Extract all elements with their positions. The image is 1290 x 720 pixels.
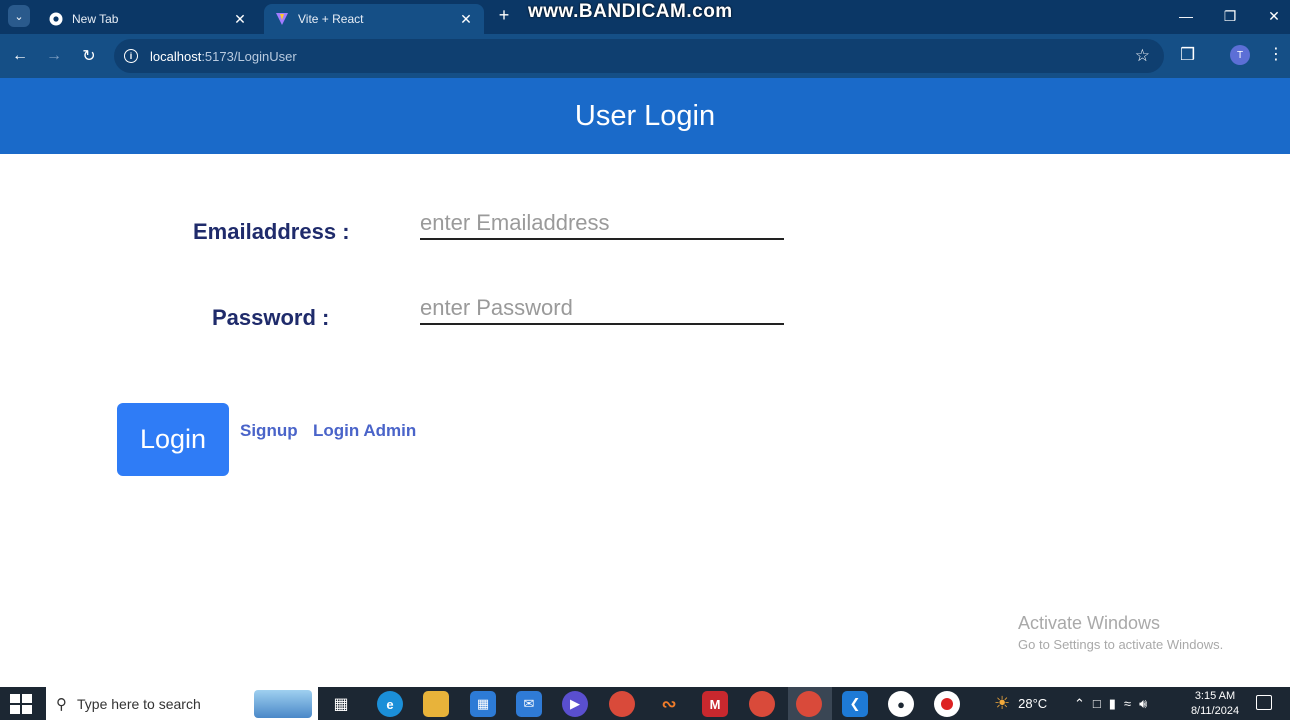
task-view-icon[interactable]: ▦ <box>328 691 354 717</box>
reload-icon[interactable]: ↻ <box>77 44 101 68</box>
vscode-icon[interactable]: ❮ <box>842 691 868 717</box>
url-host: localhost <box>150 48 202 64</box>
site-info-icon[interactable]: i <box>124 49 138 63</box>
forward-arrow-icon[interactable]: → <box>42 44 66 68</box>
media-player-icon[interactable]: ▶ <box>562 691 588 717</box>
battery-icon[interactable]: ▮ <box>1109 696 1116 712</box>
password-label: Password : <box>212 305 330 330</box>
signup-link[interactable]: Signup <box>240 421 298 441</box>
url-path: :5173/LoginUser <box>201 48 297 64</box>
windows-taskbar: ⚲ Type here to search ▦ e ▦ ✉ ▶ ∾ M ❮ ● … <box>0 687 1290 720</box>
recorder-icon[interactable] <box>934 691 960 717</box>
back-arrow-icon[interactable]: ← <box>8 44 32 68</box>
vite-icon <box>274 11 290 27</box>
new-tab-plus-icon[interactable]: + <box>494 5 514 25</box>
email-label: Emailaddress : <box>193 219 350 244</box>
microsoft-store-icon[interactable]: ▦ <box>470 691 496 717</box>
weather-sun-icon: ☀ <box>994 693 1011 713</box>
restore-icon[interactable]: ❐ <box>1208 4 1252 28</box>
edge-icon[interactable]: e <box>377 691 403 717</box>
tab-new-tab[interactable]: New Tab ✕ <box>38 4 258 34</box>
tab-title: New Tab <box>72 12 119 26</box>
close-icon[interactable]: ✕ <box>458 11 474 28</box>
taskbar-search-placeholder: Type here to search <box>77 695 201 712</box>
chrome-profile-icon[interactable] <box>749 691 775 717</box>
tab-title: Vite + React <box>298 12 364 26</box>
page-header: User Login <box>0 78 1290 154</box>
login-admin-link[interactable]: Login Admin <box>313 421 416 441</box>
chrome-icon <box>48 11 64 27</box>
taskbar-clock[interactable]: 3:15 AM 8/11/2024 <box>1188 689 1242 719</box>
jupyter-icon[interactable]: ∾ <box>656 691 682 717</box>
search-icon: ⚲ <box>56 695 67 713</box>
notification-center-icon[interactable] <box>1256 695 1272 710</box>
volume-icon[interactable]: 🔊︎ <box>1139 696 1147 712</box>
meet-now-icon[interactable]: □ <box>1093 696 1101 711</box>
browser-tabstrip: ⌄ New Tab ✕ Vite + React ✕ + www.BANDICA… <box>0 0 1290 34</box>
activate-windows-title: Activate Windows <box>1018 613 1161 633</box>
show-hidden-icons-chevron-icon[interactable]: ⌃ <box>1074 696 1085 712</box>
extensions-puzzle-icon[interactable]: ❒ <box>1180 45 1195 65</box>
tab-vite-react[interactable]: Vite + React ✕ <box>264 4 484 34</box>
wifi-icon[interactable]: ≈ <box>1124 696 1131 711</box>
mongodb-compass-icon[interactable]: ● <box>888 691 914 717</box>
search-highlight-image <box>254 690 312 718</box>
recorder-watermark: www.BANDICAM.com <box>528 1 733 22</box>
page-title: User Login <box>574 99 716 132</box>
more-menu-icon[interactable]: ⋮ <box>1268 44 1284 64</box>
login-button[interactable]: Login <box>117 403 229 476</box>
clock-time: 3:15 AM <box>1194 690 1236 702</box>
profile-avatar[interactable]: T <box>1230 45 1250 65</box>
bookmark-star-icon[interactable]: ☆ <box>1135 46 1150 66</box>
weather-widget[interactable]: ☀ 28°C <box>994 687 1047 720</box>
email-input[interactable] <box>420 208 784 240</box>
mail-icon[interactable]: ✉ <box>516 691 542 717</box>
mcafee-icon[interactable]: M <box>702 691 728 717</box>
address-bar[interactable]: i localhost :5173/LoginUser ☆ <box>114 39 1164 73</box>
window-close-icon[interactable]: ✕ <box>1252 4 1290 28</box>
temperature-text: 28°C <box>1018 696 1048 711</box>
browser-toolbar: ← → ↻ i localhost :5173/LoginUser ☆ ❒ T … <box>0 34 1290 78</box>
system-tray: ⌃ □ ▮ ≈ 🔊︎ <box>1074 687 1147 720</box>
minimize-icon[interactable]: — <box>1164 4 1208 28</box>
activate-windows-subtitle: Go to Settings to activate Windows. <box>1018 637 1224 652</box>
chrome-active-icon[interactable] <box>796 691 822 717</box>
windows-start-icon[interactable] <box>10 694 32 714</box>
file-explorer-icon[interactable] <box>423 691 449 717</box>
activate-windows-watermark: Activate Windows Go to Settings to activ… <box>1018 613 1223 652</box>
chrome-icon[interactable] <box>609 691 635 717</box>
close-icon[interactable]: ✕ <box>232 11 248 28</box>
taskbar-search-box[interactable]: ⚲ Type here to search <box>46 687 318 720</box>
tab-search-chevron-icon[interactable]: ⌄ <box>8 5 30 27</box>
clock-date: 8/11/2024 <box>1190 705 1240 717</box>
password-input[interactable] <box>420 293 784 325</box>
